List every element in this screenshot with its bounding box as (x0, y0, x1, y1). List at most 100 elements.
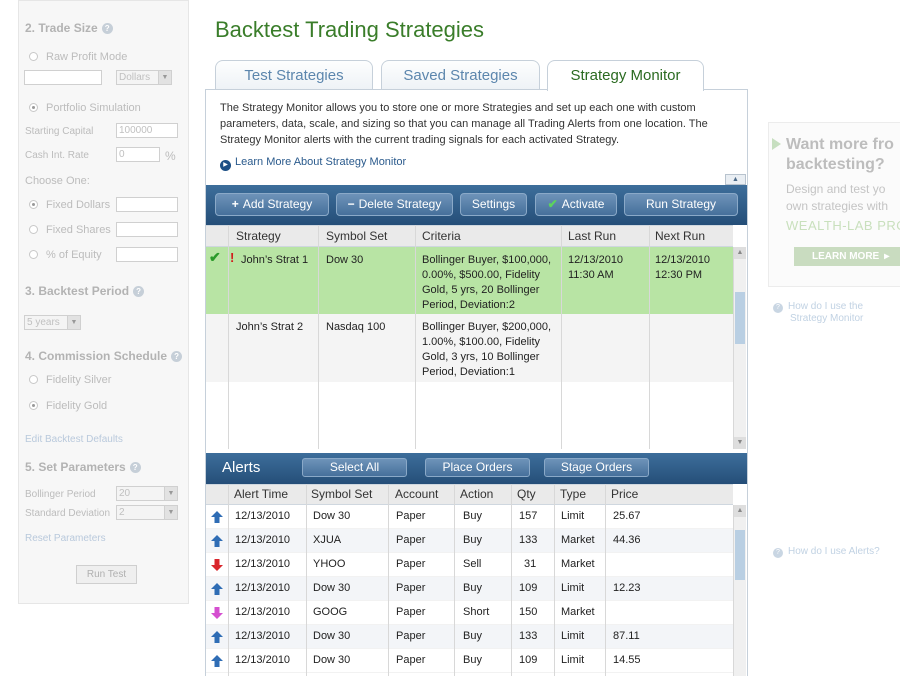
standard-deviation-select[interactable]: 2 ▼ (116, 505, 178, 520)
alert-price: 25.67 (613, 510, 641, 522)
alert-row[interactable]: 12/13/2010 Dow 30 Paper Buy 109 Limit 12… (206, 577, 733, 601)
scrollbar-thumb[interactable] (735, 530, 745, 580)
scroll-down-icon[interactable]: ▼ (734, 437, 746, 449)
delete-strategy-button[interactable]: − Delete Strategy (336, 193, 453, 216)
select-all-button[interactable]: Select All (302, 458, 407, 477)
fidelity-gold-radio[interactable]: Fidelity Gold (29, 400, 107, 412)
percent-equity-input[interactable] (116, 247, 178, 262)
col-symbol-set[interactable]: Symbol Set (326, 226, 387, 246)
col-qty[interactable]: Qty (517, 485, 536, 504)
strategy-table-scrollbar[interactable]: ▲ ▼ (733, 247, 746, 449)
place-orders-button[interactable]: Place Orders (425, 458, 530, 477)
tab-test-strategies[interactable]: Test Strategies (215, 60, 373, 90)
raw-profit-radio[interactable]: Raw Profit Mode (29, 51, 127, 63)
learn-more-button[interactable]: LEARN MORE ▸ (794, 247, 900, 266)
help-icon[interactable]: ? (129, 462, 141, 473)
column-divider (554, 484, 555, 676)
radio-off-icon (29, 250, 38, 259)
cash-int-rate-label: Cash Int. Rate (25, 150, 89, 161)
alerts-table-header: Alert Time Symbol Set Account Action Qty… (206, 484, 733, 505)
portfolio-simulation-radio[interactable]: Portfolio Simulation (29, 102, 141, 114)
activate-button[interactable]: ✔ Activate (535, 193, 617, 216)
col-strategy[interactable]: Strategy (236, 226, 281, 246)
raw-profit-amount-input[interactable] (24, 70, 102, 85)
column-divider (605, 484, 606, 676)
commission-schedule-heading: 4. Commission Schedule? (25, 349, 183, 363)
reset-parameters-link[interactable]: Reset Parameters (25, 533, 106, 544)
symbol-set: Dow 30 (326, 254, 364, 266)
scroll-up-icon[interactable]: ▲ (734, 247, 746, 259)
alert-action: Short (463, 606, 490, 618)
fixed-dollars-input[interactable] (116, 197, 178, 212)
strategy-monitor-help-link[interactable]: ? How do I use the Strategy Monitor (773, 301, 863, 325)
col-account[interactable]: Account (395, 485, 438, 504)
stage-orders-button[interactable]: Stage Orders (544, 458, 649, 477)
scrollbar-thumb[interactable] (735, 292, 745, 344)
col-price[interactable]: Price (611, 485, 638, 504)
arrow-up-icon (211, 511, 223, 523)
alert-time: 12/13/2010 (235, 582, 291, 594)
next-run-time: 12:30 PM (655, 269, 703, 281)
page-title: Backtest Trading Strategies (215, 17, 485, 42)
col-last-run[interactable]: Last Run (568, 226, 616, 246)
radio-off-icon (29, 225, 38, 234)
warning-icon[interactable]: ! (230, 250, 234, 265)
scroll-up-icon[interactable]: ▲ (734, 505, 746, 517)
currency-select[interactable]: Dollars ▼ (116, 70, 172, 85)
col-next-run[interactable]: Next Run (655, 226, 705, 246)
delete-strategy-label: Delete Strategy (358, 197, 442, 211)
alert-row[interactable]: 12/13/2010 GOOG Paper Short 150 Market (206, 601, 733, 625)
checkmark-icon[interactable]: ✔ (209, 250, 221, 265)
settings-button[interactable]: Settings (460, 193, 527, 216)
edit-backtest-defaults-link[interactable]: Edit Backtest Defaults (25, 434, 123, 445)
help-icon[interactable]: ? (133, 286, 145, 297)
cash-int-rate-input[interactable]: 0 (116, 147, 160, 162)
backtest-period-select[interactable]: 5 years ▼ (24, 315, 81, 330)
help-icon[interactable]: ? (101, 23, 113, 34)
set-parameters-heading-text: 5. Set Parameters (25, 460, 126, 474)
col-criteria[interactable]: Criteria (422, 226, 461, 246)
strategy-row[interactable]: John’s Strat 2 Nasdaq 100 Bollinger Buye… (206, 314, 733, 382)
alert-row[interactable]: 12/13/2010 Dow 30 Paper Buy 157 Limit 25… (206, 505, 733, 529)
help-link-line: How do I use the (788, 301, 864, 312)
help-link-line: Strategy Monitor (790, 313, 864, 324)
fixed-shares-input[interactable] (116, 222, 178, 237)
column-divider (388, 484, 389, 676)
alert-row[interactable]: 12/13/2010 Dow 30 Paper Buy 109 Limit 14… (206, 649, 733, 673)
activate-label: Activate (561, 197, 605, 211)
backtest-period-heading: 3. Backtest Period? (25, 284, 145, 298)
fixed-shares-radio[interactable]: Fixed Shares (29, 224, 111, 236)
tab-saved-strategies[interactable]: Saved Strategies (381, 60, 540, 90)
add-strategy-button[interactable]: + Add Strategy (215, 193, 329, 216)
backtest-period-value: 5 years (27, 317, 60, 328)
collapse-intro-button[interactable]: ▲ (725, 174, 746, 185)
starting-capital-input[interactable]: 100000 (116, 123, 178, 138)
fixed-dollars-label: Fixed Dollars (46, 199, 111, 211)
strategy-row[interactable]: ✔ ! John’s Strat 1 Dow 30 Bollinger Buye… (206, 247, 733, 314)
strategy-table-header: Strategy Symbol Set Criteria Last Run Ne… (206, 225, 733, 247)
learn-more-link[interactable]: ▶ Learn More About Strategy Monitor (220, 156, 406, 171)
help-icon[interactable]: ? (171, 351, 183, 362)
col-alert-time[interactable]: Alert Time (234, 485, 288, 504)
alert-row[interactable]: 12/13/2010 YHOO Paper Sell 31 Market (206, 553, 733, 577)
alert-symbol: Dow 30 (313, 654, 351, 666)
last-run-time: 11:30 AM (568, 269, 614, 281)
alert-row[interactable]: 12/13/2010 Dow 30 Paper Buy 133 Limit 87… (206, 625, 733, 649)
fixed-shares-label: Fixed Shares (46, 224, 111, 236)
trade-size-heading: 2. Trade Size? (25, 21, 113, 35)
col-type[interactable]: Type (560, 485, 586, 504)
percent-equity-radio[interactable]: % of Equity (29, 249, 102, 261)
alert-row[interactable]: 12/13/2010 XJUA Paper Buy 133 Market 44.… (206, 529, 733, 553)
alert-account: Paper (396, 510, 426, 522)
run-test-button[interactable]: Run Test (76, 565, 137, 584)
col-action[interactable]: Action (460, 485, 493, 504)
alerts-help-link[interactable]: ? How do I use Alerts? (773, 546, 880, 558)
fidelity-silver-radio[interactable]: Fidelity Silver (29, 374, 111, 386)
alerts-table-scrollbar[interactable]: ▲ (733, 505, 746, 676)
tab-strategy-monitor[interactable]: Strategy Monitor (547, 60, 704, 91)
column-divider (454, 484, 455, 676)
col-symbol-set[interactable]: Symbol Set (311, 485, 372, 504)
run-strategy-button[interactable]: Run Strategy (624, 193, 738, 216)
fixed-dollars-radio[interactable]: Fixed Dollars (29, 199, 110, 211)
bollinger-period-select[interactable]: 20 ▼ (116, 486, 178, 501)
